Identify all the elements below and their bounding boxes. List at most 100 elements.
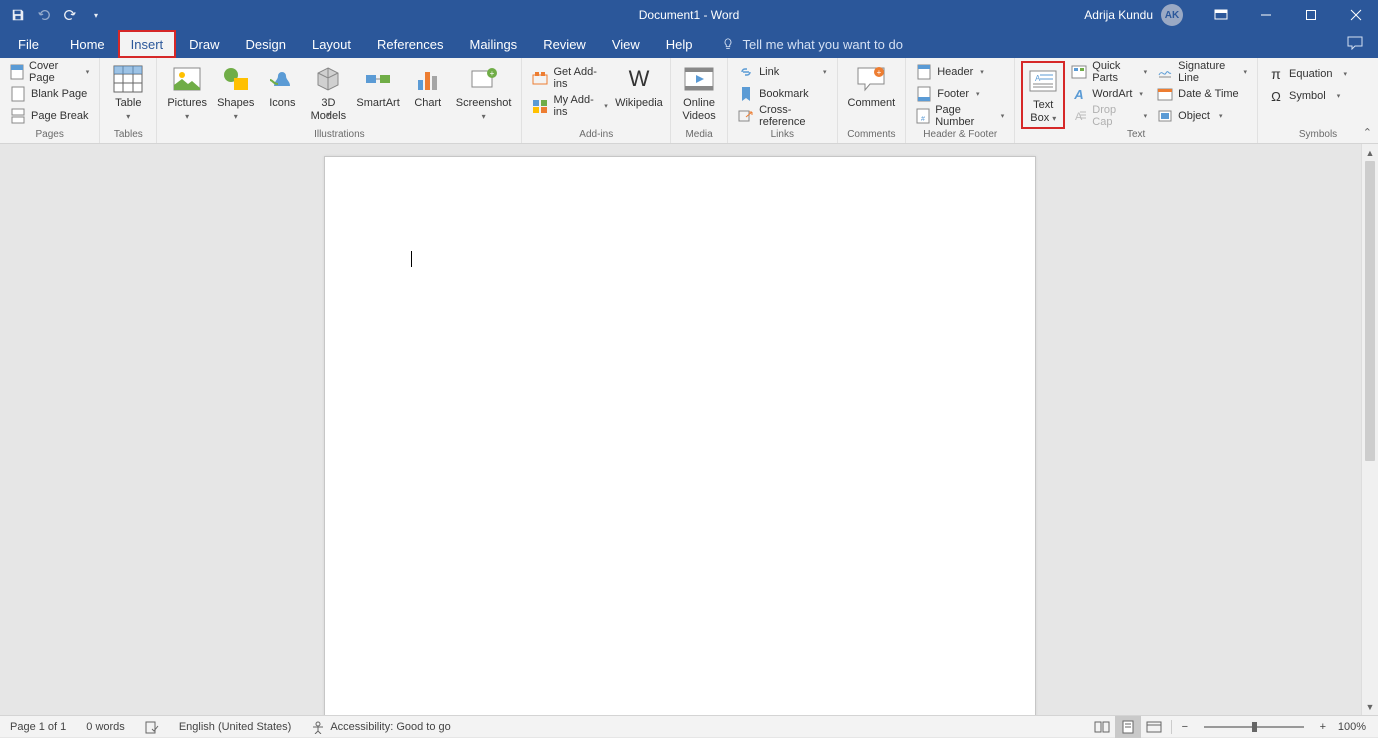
web-layout-button[interactable] [1141,716,1167,738]
tab-review[interactable]: Review [530,30,599,58]
group-addins: Get Add-ins My Add-ins▾ WWikipedia Add-i… [522,58,671,143]
quick-parts-button[interactable]: Quick Parts▾ [1067,61,1151,83]
tab-references[interactable]: References [364,30,456,58]
text-box-button[interactable]: AText Box ▾ [1023,63,1063,127]
header-button[interactable]: Header▾ [912,61,1008,83]
symbol-icon: Ω [1268,88,1284,104]
zoom-in-button[interactable]: + [1314,716,1332,738]
quick-access-toolbar: ▾ [0,7,104,23]
collapse-ribbon-icon[interactable]: ⌃ [1363,126,1372,139]
online-videos-button[interactable]: Online Videos [677,61,721,125]
ribbon-display-icon[interactable] [1198,0,1243,30]
user-avatar[interactable]: AK [1161,4,1183,26]
wordart-icon: A [1071,86,1087,102]
zoom-slider[interactable] [1204,726,1304,728]
footer-button[interactable]: Footer▾ [912,83,1008,105]
equation-button[interactable]: πEquation▾ [1264,63,1351,85]
redo-icon[interactable] [62,7,78,23]
icons-icon [266,63,298,95]
zoom-out-button[interactable]: − [1176,716,1194,738]
status-spellcheck[interactable] [135,716,169,737]
close-button[interactable] [1333,0,1378,30]
my-addins-button[interactable]: My Add-ins▾ [528,95,611,117]
spellcheck-icon [145,720,159,734]
symbol-button[interactable]: ΩSymbol▾ [1264,85,1351,107]
accessibility-icon [311,720,325,734]
comment-button[interactable]: +Comment [844,61,900,112]
table-button[interactable]: Table▾ [106,61,150,125]
blank-page-button[interactable]: Blank Page [6,83,93,105]
group-label-tables: Tables [106,129,150,143]
status-words[interactable]: 0 words [76,716,135,737]
date-time-button[interactable]: Date & Time [1153,83,1251,105]
undo-icon[interactable] [36,7,52,23]
object-button[interactable]: Object▾ [1153,105,1251,127]
user-name[interactable]: Adrija Kundu [1084,8,1153,22]
ribbon-tabs: File Home Insert Draw Design Layout Refe… [0,30,1378,58]
scroll-thumb[interactable] [1365,161,1375,461]
vertical-scrollbar[interactable]: ▲ ▼ [1361,144,1378,715]
read-mode-button[interactable] [1089,716,1115,738]
3d-models-icon [312,63,344,95]
tab-layout[interactable]: Layout [299,30,364,58]
addins-icon [532,98,548,114]
document-page[interactable] [324,156,1036,715]
scroll-up-icon[interactable]: ▲ [1362,144,1378,161]
document-area: ▲ ▼ [0,144,1378,715]
cover-page-icon [10,64,24,80]
zoom-handle[interactable] [1252,722,1257,732]
get-addins-button[interactable]: Get Add-ins [528,67,611,89]
3d-models-button[interactable]: 3D Models▾ [306,61,350,121]
tab-view[interactable]: View [599,30,653,58]
group-label-comments: Comments [844,129,900,143]
smartart-button[interactable]: SmartArt [352,61,403,112]
page-number-button[interactable]: #Page Number▾ [912,105,1008,127]
object-icon [1157,108,1173,124]
page-break-button[interactable]: Page Break [6,105,93,127]
tab-insert[interactable]: Insert [118,30,177,58]
comments-pane-icon[interactable] [1347,36,1363,50]
tab-mailings[interactable]: Mailings [457,30,531,58]
status-language[interactable]: English (United States) [169,716,302,737]
qat-customize-icon[interactable]: ▾ [88,7,104,23]
group-label-addins: Add-ins [528,129,664,143]
print-layout-button[interactable] [1115,716,1141,738]
zoom-level[interactable]: 100% [1332,716,1378,737]
tab-file[interactable]: File [0,30,57,58]
status-accessibility[interactable]: Accessibility: Good to go [301,716,460,737]
group-illustrations: Pictures▾ Shapes▾ Icons 3D Models▾ Smart… [157,58,522,143]
signature-icon [1157,64,1173,80]
chart-icon [412,63,444,95]
maximize-button[interactable] [1288,0,1333,30]
scroll-down-icon[interactable]: ▼ [1362,698,1378,715]
tab-draw[interactable]: Draw [176,30,232,58]
minimize-button[interactable] [1243,0,1288,30]
chart-button[interactable]: Chart [406,61,450,112]
group-pages: Cover Page▾ Blank Page Page Break Pages [0,58,100,143]
signature-line-button[interactable]: Signature Line▾ [1153,61,1251,83]
cross-reference-button[interactable]: Cross-reference [734,105,830,127]
tell-me-search[interactable]: Tell me what you want to do [706,30,903,58]
blank-page-icon [10,86,26,102]
cover-page-button[interactable]: Cover Page▾ [6,61,93,83]
wikipedia-icon: W [623,63,655,95]
link-button[interactable]: Link▾ [734,61,830,83]
wikipedia-button[interactable]: WWikipedia [614,61,664,112]
quick-parts-icon [1071,64,1087,80]
shapes-button[interactable]: Shapes▾ [213,61,258,125]
status-page[interactable]: Page 1 of 1 [0,716,76,737]
shapes-icon [220,63,252,95]
tab-design[interactable]: Design [233,30,299,58]
bookmark-button[interactable]: Bookmark [734,83,830,105]
tab-home[interactable]: Home [57,30,118,58]
date-time-icon [1157,86,1173,102]
screenshot-button[interactable]: +Screenshot▾ [452,61,516,125]
icons-button[interactable]: Icons [260,61,304,112]
wordart-button[interactable]: AWordArt▾ [1067,83,1151,105]
svg-text:W: W [629,68,650,90]
pictures-button[interactable]: Pictures▾ [163,61,211,125]
save-icon[interactable] [10,7,26,23]
tab-help[interactable]: Help [653,30,706,58]
group-label-text: Text [1021,129,1251,143]
svg-text:Ω: Ω [1271,89,1281,104]
